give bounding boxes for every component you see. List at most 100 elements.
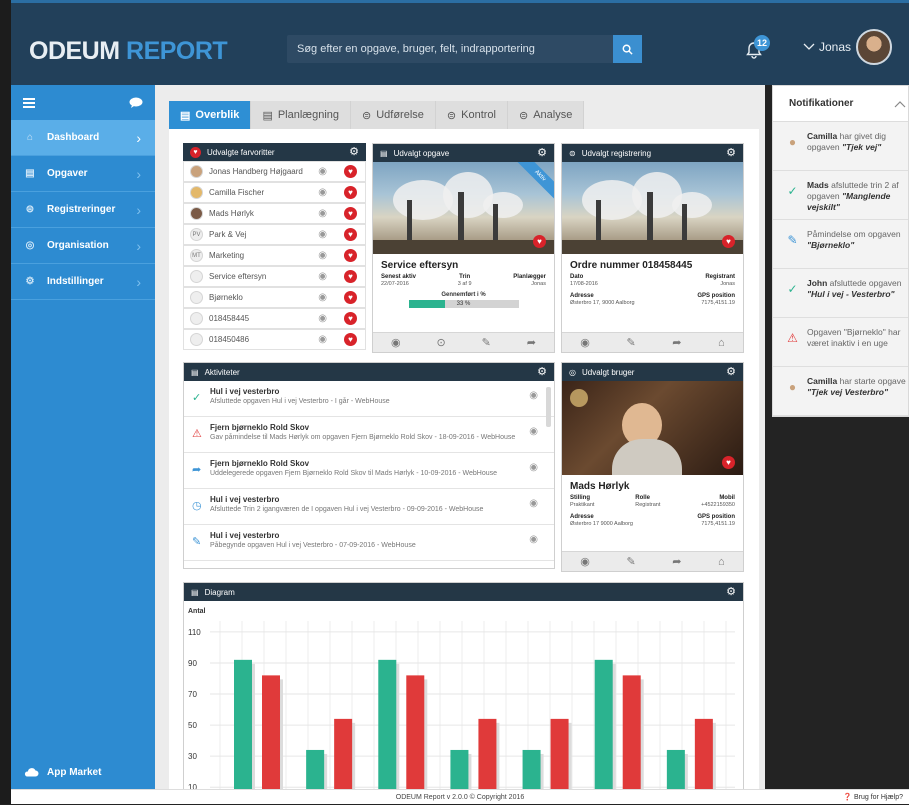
favorite-item[interactable]: Mads Hørlyk ◉ ♥ [183,203,366,224]
activity-item[interactable]: ✓ Hul i vej vesterbro Afsluttede opgaven H… [184,381,554,417]
pen-icon[interactable]: ✎ [482,336,491,349]
tab-planlaegning[interactable]: ▤ Planlægning [251,101,351,129]
help-link[interactable]: ❓ Brug for Hjælp? [843,790,903,805]
heart-icon[interactable]: ♥ [344,333,357,346]
favorite-item[interactable]: Service eftersyn ◉ ♥ [183,266,366,287]
heart-icon[interactable]: ♥ [344,228,357,241]
value: Jonas [720,281,735,287]
user-menu[interactable]: Jonas [803,40,851,54]
user-avatar[interactable] [856,29,892,65]
registration-details-row2: Adresse Østerbro 17, 9000 Aalborg GPS pos… [562,293,743,306]
heart-icon[interactable]: ♥ [344,270,357,283]
favorite-item[interactable]: Jonas Handberg Højgaard ◉ ♥ [183,161,366,182]
eye-icon[interactable]: ◉ [529,462,538,473]
home-icon: ⌂ [26,132,34,143]
notification-item[interactable]: ✓ John afsluttede opgaven "Hul i vej - Ve… [773,269,908,318]
eye-icon[interactable]: ◉ [318,313,327,324]
eye-icon[interactable]: ◉ [318,292,327,303]
gear-icon[interactable]: ⚙ [726,366,736,378]
search-input[interactable] [287,35,613,63]
user-name: Mads Hørlyk [570,481,630,492]
notification-actor: Camilla [807,131,838,141]
eye-icon[interactable]: ◉ [318,271,327,282]
gear-icon[interactable]: ⚙ [537,366,547,378]
label: GPS position [697,293,735,299]
tab-analyse[interactable]: ⊜ Analyse [507,101,585,129]
heart-icon[interactable]: ♥ [344,165,357,178]
scrollbar[interactable] [546,387,551,427]
eye-icon[interactable]: ◉ [529,390,538,401]
eye-icon[interactable]: ◉ [529,498,538,509]
pen-icon[interactable]: ✎ [626,336,635,349]
heart-icon[interactable]: ♥ [344,207,357,220]
gear-icon[interactable]: ⚙ [726,586,736,598]
favorite-item[interactable]: PV Park & Vej ◉ ♥ [183,224,366,245]
share-icon[interactable]: ➦ [672,336,681,349]
heart-icon[interactable]: ♥ [344,249,357,262]
sidebar-item-dashboard[interactable]: ⌂ Dashboard › [11,120,155,156]
favorite-item[interactable]: MT Marketing ◉ ♥ [183,245,366,266]
notification-item[interactable]: ✎ Påmindelse om opgaven "Bjørneklo" [773,220,908,269]
chevron-up-icon[interactable] [894,100,906,108]
gear-icon[interactable]: ⚙ [726,147,736,159]
document-icon: ▤ [380,148,388,158]
eye-icon[interactable]: ◉ [318,166,327,177]
eye-icon[interactable]: ◉ [580,336,590,349]
sidebar-item-organisation[interactable]: ◎ Organisation › [11,228,155,264]
notification-item[interactable]: ✓ Mads afsluttede trin 2 af opgaven "Mang… [773,171,908,220]
y-tick-label: 30 [188,752,197,761]
eye-icon[interactable]: ◉ [391,336,401,349]
sidebar-item-opgaver[interactable]: ▤ Opgaver › [11,156,155,192]
eye-icon[interactable]: ◉ [580,555,590,568]
eye-icon[interactable]: ◉ [529,534,538,545]
notification-item[interactable]: ● Camilla har starte opgave "Tjek vej Ves… [773,367,908,416]
sidebar-item-indstillinger[interactable]: ⚙ Indstillinger › [11,264,155,300]
tab-udforelse[interactable]: ⊜ Udførelse [351,101,436,129]
task-details: Senest aktiv 22/07-2016 Trin 3 af 9 Planlæ… [373,274,554,287]
target-icon[interactable]: ⊙ [436,336,445,349]
activity-item[interactable]: ⚠ Fjern bjørneklo Rold Skov Gav påmindelse… [184,417,554,453]
share-icon[interactable]: ➦ [672,555,681,568]
search-button[interactable] [613,35,642,63]
eye-icon[interactable]: ◉ [318,208,327,219]
app-market-link[interactable]: App Market [11,755,155,789]
notification-subject: "Bjørneklo" [807,240,855,250]
favorite-item[interactable]: Camilla Fischer ◉ ♥ [183,182,366,203]
favorite-label: Mads Hørlyk [209,209,254,218]
notification-item[interactable]: ● Camilla har givet dig opgaven "Tjek vej… [773,122,908,171]
chat-icon[interactable] [129,97,143,108]
eye-icon[interactable]: ◉ [318,334,327,345]
sidebar-item-registreringer[interactable]: ⊜ Registreringer › [11,192,155,228]
tab-overblik[interactable]: ▤ Overblik [169,101,252,129]
heart-icon[interactable]: ♥ [344,291,357,304]
delete-icon[interactable]: ⌂ [718,556,725,568]
app-logo[interactable]: ODEUM REPORT [29,37,228,66]
heart-icon[interactable]: ♥ [344,312,357,325]
pen-icon[interactable]: ✎ [626,555,635,568]
eye-icon[interactable]: ◉ [318,187,327,198]
activity-item[interactable]: ◷ Hul i vej vesterbro Afsluttede Trin 2 ig… [184,489,554,525]
notification-item[interactable]: ⚠ Opgaven "Bjørneklo" har været inaktiv i… [773,318,908,367]
heart-icon[interactable]: ♥ [722,456,735,469]
activity-item[interactable]: ➦ Fjern bjørneklo Rold Skov Uddelegerede o… [184,453,554,489]
delete-icon[interactable]: ⌂ [718,337,725,349]
tab-kontrol[interactable]: ⊜ Kontrol [435,101,508,129]
eye-icon[interactable]: ◉ [318,229,327,240]
heart-icon[interactable]: ♥ [533,235,546,248]
eye-icon[interactable]: ◉ [318,250,327,261]
avatar [190,186,203,199]
favorite-item[interactable]: Bjørneklo ◉ ♥ [183,287,366,308]
gear-icon[interactable]: ⚙ [537,147,547,159]
menu-icon[interactable] [23,97,35,108]
favorite-item[interactable]: 018458445 ◉ ♥ [183,308,366,329]
panel-header: ▤ Aktiviteter ⚙ [184,363,554,381]
heart-icon[interactable]: ♥ [344,186,357,199]
favorite-item[interactable]: 018450486 ◉ ♥ [183,329,366,350]
value: 3 af 9 [457,281,472,287]
activity-item[interactable]: ✎ Hul i vej vesterbro Påbegynde opgaven Hu… [184,525,554,561]
org-icon: ◎ [25,240,35,251]
heart-icon[interactable]: ♥ [722,235,735,248]
eye-icon[interactable]: ◉ [529,426,538,437]
share-icon[interactable]: ➦ [527,336,536,349]
gear-icon[interactable]: ⚙ [349,146,359,158]
